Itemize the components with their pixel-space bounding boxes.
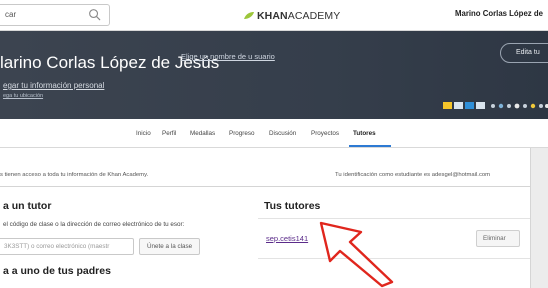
profile-tabs: Inicio Perfil Medallas Progreso Discusió… bbox=[0, 119, 548, 148]
add-parent-heading: a a uno de tus padres bbox=[3, 265, 111, 277]
leaf-icon bbox=[244, 12, 254, 19]
badge-icons bbox=[443, 102, 548, 109]
active-tab-indicator bbox=[349, 145, 391, 147]
choose-username-link[interactable]: Elige un nombre de u suario bbox=[181, 52, 276, 62]
tutor-row-divider bbox=[258, 218, 530, 219]
tutor-link[interactable]: sep.cetis141 bbox=[266, 234, 308, 243]
top-bar: car KHANACADEMY Marino Corlas López de bbox=[0, 0, 548, 31]
search-placeholder: car bbox=[5, 10, 17, 19]
badge-counts[interactable] bbox=[443, 98, 548, 109]
join-class-label: Únete a la clase bbox=[147, 243, 193, 250]
logo-bold-text: KHAN bbox=[257, 10, 288, 22]
join-class-button[interactable]: Únete a la clase bbox=[139, 238, 200, 255]
remove-tutor-button[interactable]: Eliminar bbox=[476, 230, 520, 247]
tab-progreso[interactable]: Progreso bbox=[229, 130, 255, 137]
tutors-panel: s tienen acceso a toda tu información de… bbox=[0, 148, 530, 288]
tab-perfil[interactable]: Perfil bbox=[162, 130, 176, 137]
magnifier-icon[interactable] bbox=[88, 8, 101, 21]
khan-academy-logo[interactable]: KHANACADEMY bbox=[243, 10, 340, 22]
access-notice: s tienen acceso a toda tu información de… bbox=[0, 172, 149, 178]
divider bbox=[0, 186, 530, 187]
tab-inicio[interactable]: Inicio bbox=[136, 130, 151, 137]
class-code-placeholder: 3K3STT) o correo electrónico (maestr bbox=[4, 243, 110, 250]
class-code-input[interactable]: 3K3STT) o correo electrónico (maestr bbox=[0, 238, 134, 255]
tab-tutores[interactable]: Tutores bbox=[353, 130, 376, 137]
page-gutter bbox=[530, 148, 548, 288]
edit-profile-button[interactable]: Edita tu bbox=[500, 43, 548, 63]
arrow-pointer-icon bbox=[319, 221, 394, 288]
add-tutor-instructions: el código de clase o la dirección de cor… bbox=[3, 221, 185, 228]
student-id-text: Tu identificación como estudiante es ade… bbox=[335, 172, 491, 178]
your-tutors-heading: Tus tutores bbox=[264, 200, 321, 212]
logo-light-text: ACADEMY bbox=[287, 10, 341, 22]
search-box[interactable]: car bbox=[0, 4, 110, 26]
tab-medallas[interactable]: Medallas bbox=[190, 130, 215, 137]
remove-tutor-label: Eliminar bbox=[483, 235, 506, 242]
tab-discusion[interactable]: Discusión bbox=[269, 130, 296, 137]
add-personal-info-link[interactable]: egar tu información personal bbox=[3, 81, 104, 90]
add-location-link[interactable]: ega tu ubicación bbox=[3, 93, 43, 99]
user-menu[interactable]: Marino Corlas López de bbox=[455, 9, 543, 18]
edit-profile-label: Edita tu bbox=[516, 49, 540, 56]
add-tutor-heading: a un tutor bbox=[3, 200, 52, 212]
profile-header: larino Corlas López de Jesús Elige un no… bbox=[0, 31, 548, 119]
tab-proyectos[interactable]: Proyectos bbox=[311, 130, 339, 137]
